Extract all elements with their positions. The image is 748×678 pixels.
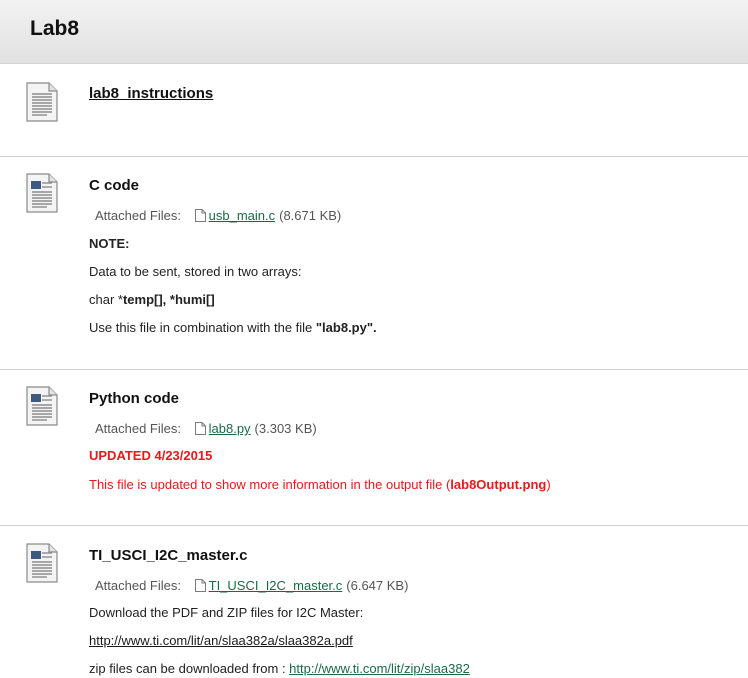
file-size: (3.303 KB)	[254, 421, 317, 436]
page-title: Lab8	[30, 17, 80, 40]
usage-filename: "lab8.py".	[315, 320, 377, 335]
char-arrays: temp[], *humi[]	[122, 292, 215, 307]
text-document-icon	[26, 386, 58, 426]
updated-notice: UPDATED 4/23/2015	[89, 448, 213, 463]
attached-files: Attached Files: usb_main.c (8.671 KB)	[95, 208, 341, 223]
zip-url-line: zip files can be downloaded from : http:…	[89, 661, 470, 676]
download-instructions: Download the PDF and ZIP files for I2C M…	[89, 605, 364, 620]
divider	[0, 369, 748, 370]
attached-files: Attached Files: lab8.py (3.303 KB)	[95, 421, 317, 436]
file-icon	[194, 579, 206, 592]
file-size: (6.647 KB)	[346, 578, 409, 593]
item-title: C code	[89, 177, 140, 194]
page-header: Lab8	[0, 0, 748, 64]
attached-files-label: Attached Files:	[95, 208, 181, 223]
file-icon	[194, 209, 206, 222]
pdf-url-line: http://www.ti.com/lit/an/slaa382a/slaa38…	[89, 633, 353, 648]
char-declaration: char *temp[], *humi[]	[89, 292, 215, 307]
update-suffix: )	[546, 477, 551, 492]
item-title: TI_USCI_I2C_master.c	[89, 547, 248, 564]
file-link-lab8-py[interactable]: lab8.py	[209, 421, 251, 436]
attached-files-label: Attached Files:	[95, 578, 181, 593]
divider	[0, 156, 748, 157]
char-prefix: char *	[89, 292, 123, 307]
attached-files-label: Attached Files:	[95, 421, 181, 436]
data-description: Data to be sent, stored in two arrays:	[89, 264, 302, 279]
zip-prefix: zip files can be downloaded from :	[89, 661, 290, 676]
document-icon	[26, 82, 58, 122]
divider	[0, 525, 748, 526]
item-title: Python code	[89, 390, 180, 407]
file-icon	[194, 422, 206, 435]
usage-note: Use this file in combination with the fi…	[89, 320, 377, 335]
text-document-icon	[26, 543, 58, 583]
note-heading: NOTE:	[89, 236, 130, 251]
usage-prefix: Use this file in combination with the fi…	[89, 320, 316, 335]
file-size: (8.671 KB)	[279, 208, 342, 223]
zip-link[interactable]: http://www.ti.com/lit/zip/slaa382	[289, 661, 470, 676]
attached-files: Attached Files: TI_USCI_I2C_master.c (6.6…	[95, 578, 408, 593]
text-document-icon	[26, 173, 58, 213]
file-link-usb-main[interactable]: usb_main.c	[209, 208, 275, 223]
pdf-link[interactable]: http://www.ti.com/lit/an/slaa382a/slaa38…	[89, 633, 353, 648]
update-description: This file is updated to show more inform…	[89, 477, 551, 492]
file-link-ti-usci[interactable]: TI_USCI_I2C_master.c	[209, 578, 343, 593]
output-filename: lab8Output.png	[450, 477, 547, 492]
lab8-instructions-link[interactable]: lab8_instructions	[89, 85, 213, 102]
update-prefix: This file is updated to show more inform…	[89, 477, 451, 492]
